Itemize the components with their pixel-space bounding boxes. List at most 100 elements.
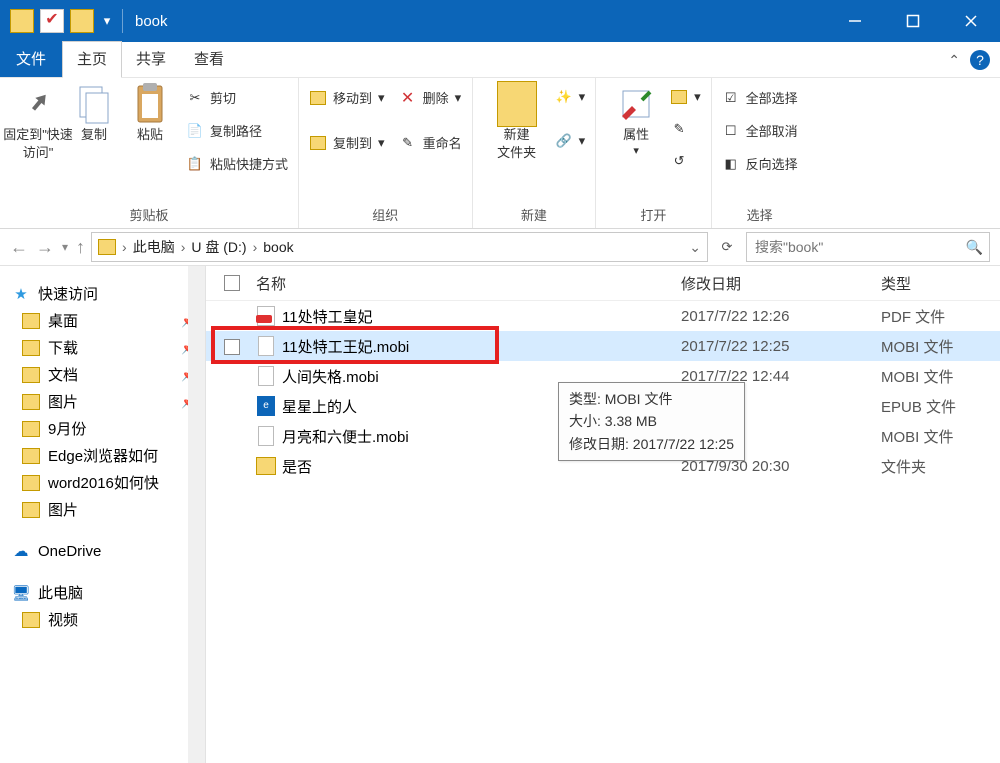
ribbon-group-clipboard: 固定到"快速访问" 复制 粘贴 ✂ 剪切 📄 xyxy=(0,78,299,228)
sidebar-item-downloads[interactable]: 下载 📌 xyxy=(0,334,205,361)
chevron-down-icon: ▾ xyxy=(378,90,385,106)
history-button[interactable]: ↺ xyxy=(670,150,701,172)
sidebar-item-label: 9月份 xyxy=(48,418,86,439)
group-label-select: 选择 xyxy=(722,201,798,228)
properties-icon[interactable]: ✔ xyxy=(40,9,64,33)
new-item-button[interactable]: ✨▾ xyxy=(555,86,586,108)
chevron-right-icon[interactable]: › xyxy=(181,239,186,255)
nav-forward-button[interactable]: → xyxy=(36,237,54,258)
folder-icon xyxy=(22,393,40,411)
file-date: 2017/7/22 12:25 xyxy=(681,338,881,355)
edit-button[interactable]: ✎ xyxy=(670,118,701,140)
sidebar-item-videos[interactable]: 视频 xyxy=(0,606,205,633)
folder-icon xyxy=(22,339,40,357)
file-type: MOBI 文件 xyxy=(881,366,1000,387)
sidebar-item-label: 图片 xyxy=(48,391,78,412)
delete-icon: ✕ xyxy=(399,89,417,107)
folder-icon[interactable] xyxy=(10,9,34,33)
copy-to-button[interactable]: 复制到 ▾ xyxy=(309,131,385,154)
cut-button[interactable]: ✂ 剪切 xyxy=(186,86,288,109)
sidebar-item-pictures[interactable]: 图片 📌 xyxy=(0,388,205,415)
chevron-right-icon[interactable]: › xyxy=(253,239,258,255)
rename-icon: ✎ xyxy=(399,134,417,152)
maximize-button[interactable] xyxy=(884,0,942,42)
invert-selection-button[interactable]: ◧ 反向选择 xyxy=(722,152,798,175)
crumb-folder[interactable]: book xyxy=(263,239,293,255)
chevron-right-icon[interactable]: › xyxy=(122,239,127,255)
sidebar-item-desktop[interactable]: 桌面 📌 xyxy=(0,307,205,334)
paste-button[interactable]: 粘贴 xyxy=(122,84,178,144)
file-name: 11处特工王妃.mobi xyxy=(282,336,681,357)
copy-to-icon xyxy=(309,134,327,152)
folder-icon xyxy=(98,239,116,255)
file-list: 名称 修改日期 类型 11处特工皇妃 2017/7/22 12:26 PDF 文… xyxy=(206,266,1000,763)
file-name: 11处特工皇妃 xyxy=(282,306,681,327)
copy-button[interactable]: 复制 xyxy=(66,84,122,144)
open-button[interactable]: ▾ xyxy=(670,86,701,108)
address-bar[interactable]: › 此电脑 › U 盘 (D:) › book ⌄ xyxy=(91,232,708,262)
sidebar-this-pc[interactable]: 🖥 此电脑 xyxy=(0,579,205,606)
nav-history-dropdown[interactable]: ▾ xyxy=(62,240,68,254)
crumb-drive[interactable]: U 盘 (D:) xyxy=(191,237,246,257)
sidebar-item-label: 下载 xyxy=(48,337,78,358)
qat-dropdown-icon[interactable]: ▾ xyxy=(100,13,114,29)
refresh-button[interactable]: ⟳ xyxy=(714,239,740,255)
sidebar-onedrive[interactable]: ☁ OneDrive xyxy=(0,539,205,563)
sidebar-item[interactable]: word2016如何快 xyxy=(0,469,205,496)
cut-label: 剪切 xyxy=(210,88,236,107)
new-folder-button[interactable]: 新建 文件夹 xyxy=(483,84,551,162)
move-to-icon xyxy=(309,89,327,107)
sidebar-item[interactable]: 图片 xyxy=(0,496,205,523)
search-box[interactable]: 🔍 xyxy=(746,232,990,262)
file-row[interactable]: 11处特工皇妃 2017/7/22 12:26 PDF 文件 xyxy=(206,301,1000,331)
copy-path-icon: 📄 xyxy=(186,122,204,140)
paste-shortcut-icon: 📋 xyxy=(186,155,204,173)
easy-access-button[interactable]: 🔗▾ xyxy=(555,130,586,152)
tab-home[interactable]: 主页 xyxy=(62,41,122,78)
select-none-label: 全部取消 xyxy=(746,121,798,140)
cloud-icon: ☁ xyxy=(12,542,30,560)
column-name[interactable]: 名称 xyxy=(256,273,681,294)
select-none-button[interactable]: ☐ 全部取消 xyxy=(722,119,798,142)
tab-file[interactable]: 文件 xyxy=(0,42,62,77)
scrollbar[interactable] xyxy=(188,266,205,763)
sidebar-quick-access[interactable]: ★ 快速访问 xyxy=(0,280,205,307)
file-row[interactable]: 11处特工王妃.mobi 2017/7/22 12:25 MOBI 文件 xyxy=(206,331,1000,361)
column-date[interactable]: 修改日期 xyxy=(681,273,881,294)
delete-button[interactable]: ✕ 删除 ▾ xyxy=(399,86,462,109)
pin-to-quick-access-button[interactable]: 固定到"快速访问" xyxy=(10,84,66,162)
chevron-down-icon[interactable]: ⌄ xyxy=(689,239,701,256)
sidebar-item-label: OneDrive xyxy=(38,543,101,560)
nav-up-button[interactable]: ↑ xyxy=(76,237,85,258)
properties-button[interactable]: 属性 ▾ xyxy=(606,84,666,160)
tooltip-date: 修改日期: 2017/7/22 12:25 xyxy=(569,433,734,455)
copy-path-button[interactable]: 📄 复制路径 xyxy=(186,119,288,142)
select-all-checkbox[interactable] xyxy=(224,275,240,291)
nav-back-button[interactable]: ← xyxy=(10,237,28,258)
rename-label: 重命名 xyxy=(423,133,462,152)
search-input[interactable] xyxy=(753,238,966,256)
search-icon[interactable]: 🔍 xyxy=(966,239,983,256)
sidebar-item[interactable]: Edge浏览器如何 xyxy=(0,442,205,469)
copy-to-label: 复制到 xyxy=(333,133,372,152)
tab-share[interactable]: 共享 xyxy=(122,42,180,77)
help-icon[interactable]: ? xyxy=(970,50,990,70)
row-checkbox[interactable] xyxy=(224,339,240,355)
paste-shortcut-button[interactable]: 📋 粘贴快捷方式 xyxy=(186,152,288,175)
select-all-icon: ☑ xyxy=(722,89,740,107)
rename-button[interactable]: ✎ 重命名 xyxy=(399,131,462,154)
move-to-button[interactable]: 移动到 ▾ xyxy=(309,86,385,109)
sidebar-item[interactable]: 9月份 xyxy=(0,415,205,442)
close-button[interactable] xyxy=(942,0,1000,42)
folder-icon xyxy=(22,312,40,330)
tab-view[interactable]: 查看 xyxy=(180,42,238,77)
folder-icon[interactable] xyxy=(70,9,94,33)
delete-label: 删除 xyxy=(423,88,449,107)
minimize-button[interactable] xyxy=(826,0,884,42)
sidebar-item-documents[interactable]: 文档 📌 xyxy=(0,361,205,388)
column-type[interactable]: 类型 xyxy=(881,273,1000,294)
crumb-thispc[interactable]: 此电脑 xyxy=(133,237,175,257)
select-all-button[interactable]: ☑ 全部选择 xyxy=(722,86,798,109)
collapse-ribbon-icon[interactable]: ⌃ xyxy=(948,52,960,69)
copy-path-label: 复制路径 xyxy=(210,121,262,140)
